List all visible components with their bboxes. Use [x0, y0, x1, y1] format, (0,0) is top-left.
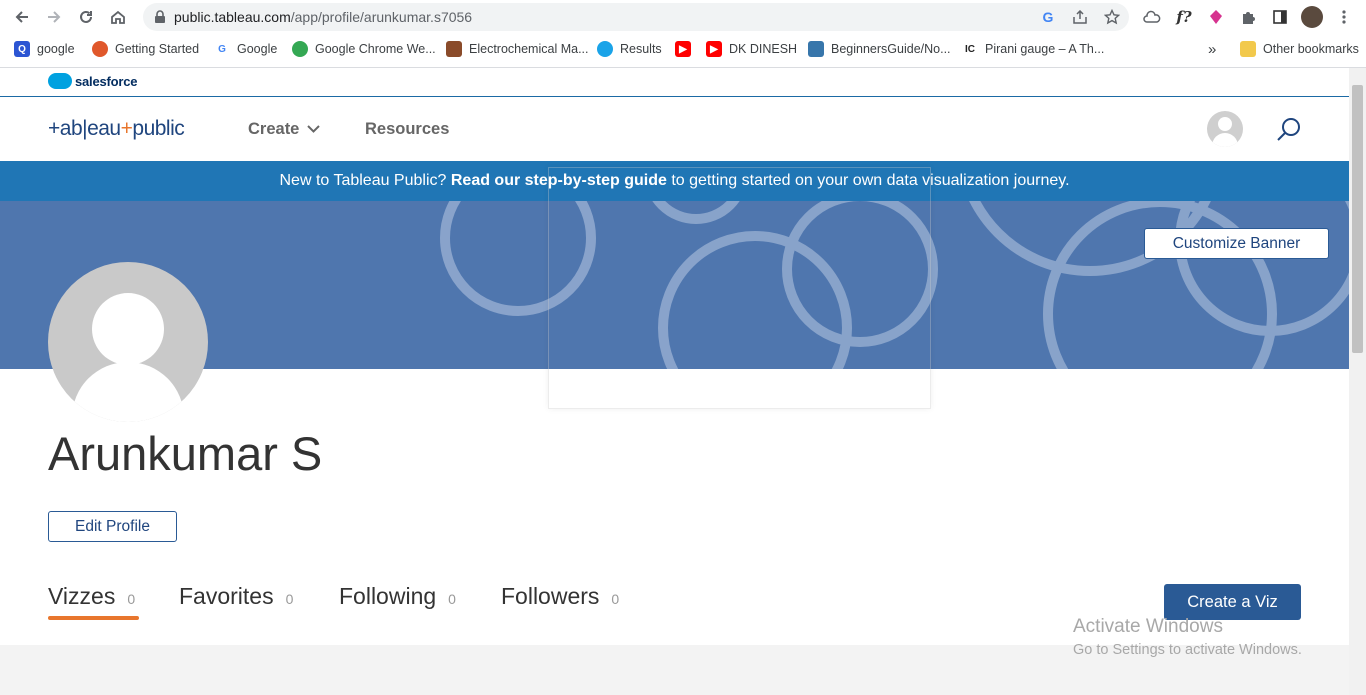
bookmarks-bar: Qgoogle Getting Started G Google Google C… — [0, 36, 1366, 62]
share-icon[interactable] — [1070, 7, 1090, 27]
bookmark-item[interactable]: ▶ — [675, 40, 691, 58]
nav-resources[interactable]: Resources — [365, 120, 449, 139]
chevron-down-icon — [307, 125, 320, 133]
salesforce-wordmark: salesforce — [75, 73, 138, 89]
bookmark-item[interactable]: ▶ DK DINESH — [706, 40, 797, 58]
reload-icon[interactable] — [74, 5, 98, 29]
lock-icon[interactable] — [150, 7, 170, 27]
bookmark-item[interactable]: IC Pirani gauge – A Th... — [962, 40, 1104, 58]
bookmark-item[interactable]: Results — [597, 40, 662, 58]
tab-vizzes[interactable]: Vizzes 0 — [48, 583, 135, 610]
page-content: salesforce +ab|eau+public Create Resourc… — [0, 68, 1349, 695]
page-scrollbar[interactable] — [1349, 68, 1366, 695]
globe-icon — [597, 41, 613, 57]
user-avatar[interactable] — [1207, 111, 1243, 147]
profile-name: Arunkumar S — [48, 427, 323, 480]
extension-diamond-icon[interactable] — [1204, 5, 1228, 29]
more-bookmarks-chevron-icon[interactable]: » — [1208, 40, 1216, 58]
bookmark-item[interactable]: BeginnersGuide/No... — [808, 40, 951, 58]
site-header: +ab|eau+public Create Resources — [0, 97, 1349, 161]
g-icon: Q — [14, 41, 30, 57]
salesforce-bar: salesforce — [0, 68, 1349, 97]
bookmark-item[interactable]: G Google — [214, 40, 277, 58]
electrochem-icon — [446, 41, 462, 57]
ic-icon: IC — [962, 41, 978, 57]
tab-favorites[interactable]: Favorites 0 — [179, 583, 293, 610]
url-text[interactable]: public.tableau.com/app/profile/arunkumar… — [174, 9, 472, 25]
browser-menu-icon[interactable] — [1332, 5, 1356, 29]
forward-arrow-icon[interactable] — [42, 5, 66, 29]
bookmark-item[interactable]: Electrochemical Ma... — [446, 40, 588, 58]
create-viz-button[interactable]: Create a Viz — [1164, 584, 1301, 620]
windows-activation-watermark: Activate Windows Go to Settings to activ… — [1073, 616, 1302, 658]
browser-chrome: public.tableau.com/app/profile/arunkumar… — [0, 0, 1366, 68]
search-icon[interactable] — [1276, 117, 1302, 143]
overlay-placeholder — [548, 167, 931, 409]
tab-following[interactable]: Following 0 — [339, 583, 456, 610]
bookmark-item[interactable]: Qgoogle — [14, 40, 75, 58]
google-translate-icon[interactable]: G — [1038, 7, 1058, 27]
tab-followers[interactable]: Followers 0 — [501, 583, 619, 610]
home-icon[interactable] — [106, 5, 130, 29]
browser-profile-avatar-icon[interactable] — [1300, 5, 1324, 29]
salesforce-logo[interactable]: salesforce — [48, 73, 138, 89]
bookmark-item[interactable]: Google Chrome We... — [292, 40, 436, 58]
address-bar[interactable]: public.tableau.com/app/profile/arunkumar… — [143, 3, 1129, 31]
google-icon: G — [214, 41, 230, 57]
youtube-icon: ▶ — [706, 41, 722, 57]
chrome-icon — [292, 41, 308, 57]
active-tab-indicator — [48, 616, 139, 620]
python-icon — [808, 41, 824, 57]
extension-cloud-icon[interactable] — [1140, 5, 1164, 29]
youtube-icon: ▶ — [675, 41, 691, 57]
extensions-puzzle-icon[interactable] — [1236, 5, 1260, 29]
other-bookmarks[interactable]: Other bookmarks — [1240, 40, 1359, 58]
profile-avatar[interactable] — [48, 262, 208, 422]
scrollbar-thumb[interactable] — [1352, 85, 1363, 353]
edit-profile-button[interactable]: Edit Profile — [48, 511, 177, 542]
formula-extension-icon[interactable]: f? — [1172, 5, 1196, 29]
back-arrow-icon[interactable] — [10, 5, 34, 29]
bookmark-item[interactable]: Getting Started — [92, 40, 199, 58]
nav-create[interactable]: Create — [248, 120, 320, 139]
customize-banner-button[interactable]: Customize Banner — [1144, 228, 1329, 259]
bookmark-star-icon[interactable] — [1102, 7, 1122, 27]
tableau-public-logo[interactable]: +ab|eau+public — [48, 117, 185, 141]
folder-icon — [1240, 41, 1256, 57]
side-panel-icon[interactable] — [1268, 5, 1292, 29]
firefox-icon — [92, 41, 108, 57]
salesforce-cloud-icon — [48, 73, 72, 89]
